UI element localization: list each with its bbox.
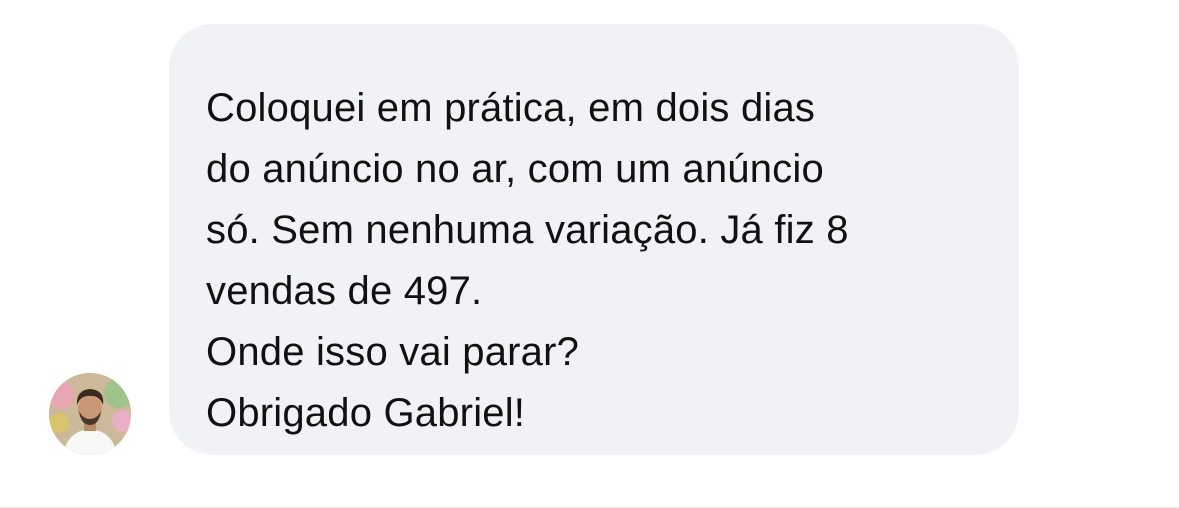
user-avatar-photo-icon — [49, 373, 131, 455]
message-line: só. Sem nenhuma variação. Já fiz 8 — [206, 208, 849, 252]
message-line: Onde isso vai parar? — [206, 330, 580, 374]
message-thread: Coloquei em prática, em dois dias do anú… — [0, 0, 1179, 508]
message-line: vendas de 497. — [206, 269, 483, 313]
message-line: Coloquei em prática, em dois dias — [206, 86, 816, 130]
message-line: do anúncio no ar, com um anúncio — [206, 147, 824, 191]
message-bubble[interactable]: Coloquei em prática, em dois dias do anú… — [169, 24, 1019, 455]
received-message-row: Coloquei em prática, em dois dias do anú… — [0, 0, 1179, 508]
message-line: Obrigado Gabriel! — [206, 391, 526, 435]
sender-avatar[interactable] — [49, 373, 131, 455]
